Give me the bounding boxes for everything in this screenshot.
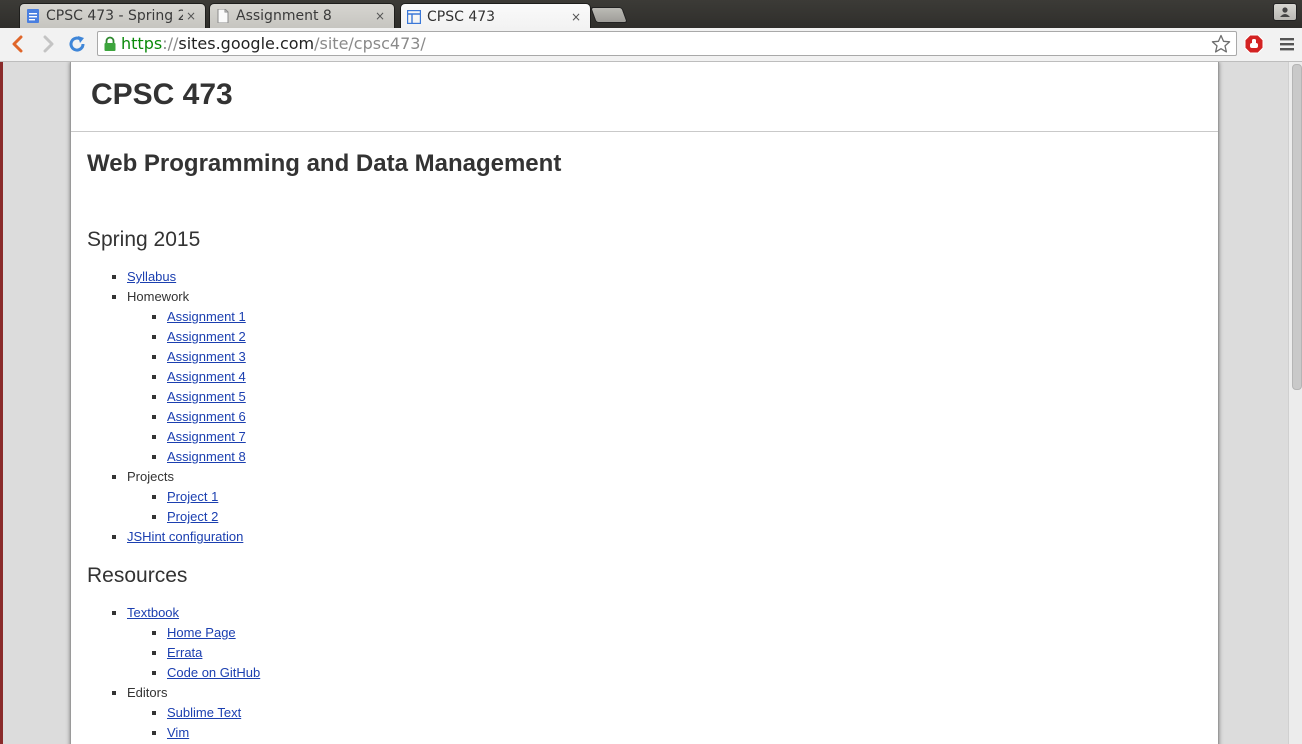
- link-errata[interactable]: Errata: [167, 645, 202, 660]
- tab-title: Assignment 8: [236, 8, 332, 24]
- textbook-list: Home Page Errata Code on GitHub: [127, 623, 1187, 683]
- link-code-on-github[interactable]: Code on GitHub: [167, 665, 260, 680]
- new-tab-button[interactable]: [590, 7, 628, 23]
- list-item: Assignment 7: [167, 427, 1187, 447]
- list-item: Assignment 8: [167, 447, 1187, 467]
- site-header: CPSC 473: [71, 62, 1218, 132]
- list-item: Errata: [167, 643, 1187, 663]
- list-item: Vim: [167, 723, 1187, 743]
- bookmark-star-icon[interactable]: [1211, 34, 1231, 54]
- list-label-projects: Projects: [127, 469, 174, 484]
- list-item: Assignment 4: [167, 367, 1187, 387]
- link-assignment-7[interactable]: Assignment 7: [167, 429, 246, 444]
- tab-close-icon[interactable]: ×: [568, 10, 584, 24]
- list-item: JSHint configuration: [127, 527, 1187, 547]
- chrome-menu-button[interactable]: [1276, 33, 1298, 55]
- list-item: Sublime Text: [167, 703, 1187, 723]
- url-text: https://sites.google.com/site/cpsc473/: [121, 34, 426, 53]
- secure-lock-icon: [104, 36, 116, 51]
- resources-list: Textbook Home Page Errata Code on GitHub…: [87, 603, 1187, 743]
- link-project-2[interactable]: Project 2: [167, 509, 218, 524]
- forward-button[interactable]: [37, 33, 59, 55]
- course-list: Syllabus Homework Assignment 1 Assignmen…: [87, 267, 1187, 547]
- link-assignment-4[interactable]: Assignment 4: [167, 369, 246, 384]
- page-viewport: CPSC 473 Web Programming and Data Manage…: [0, 62, 1302, 744]
- link-assignment-6[interactable]: Assignment 6: [167, 409, 246, 424]
- link-project-1[interactable]: Project 1: [167, 489, 218, 504]
- window-edge: [0, 62, 3, 744]
- google-sites-icon: [407, 9, 421, 24]
- tab-close-icon[interactable]: ×: [183, 9, 199, 23]
- page-title: Web Programming and Data Management: [87, 150, 562, 177]
- list-item: Project 1: [167, 487, 1187, 507]
- reload-button[interactable]: [66, 33, 88, 55]
- hamburger-menu-icon: [1280, 38, 1294, 51]
- link-home-page[interactable]: Home Page: [167, 625, 236, 640]
- profile-button[interactable]: [1273, 3, 1297, 21]
- link-textbook[interactable]: Textbook: [127, 605, 179, 620]
- link-assignment-2[interactable]: Assignment 2: [167, 329, 246, 344]
- tab-cpsc473-spring[interactable]: CPSC 473 - Spring 20 ×: [19, 3, 206, 28]
- scrollbar-thumb[interactable]: [1292, 64, 1302, 390]
- projects-list: Project 1 Project 2: [127, 487, 1187, 527]
- link-sublime-text[interactable]: Sublime Text: [167, 705, 241, 720]
- vertical-scrollbar[interactable]: [1288, 62, 1302, 744]
- page-content: Web Programming and Data Management Spri…: [87, 150, 1187, 743]
- tab-title: CPSC 473 - Spring 20: [46, 8, 183, 24]
- tab-cpsc473-site[interactable]: CPSC 473 ×: [400, 3, 591, 29]
- link-vim[interactable]: Vim: [167, 725, 189, 740]
- list-item: Assignment 6: [167, 407, 1187, 427]
- link-syllabus[interactable]: Syllabus: [127, 269, 176, 284]
- site-page: CPSC 473 Web Programming and Data Manage…: [70, 62, 1219, 744]
- stop-hand-icon: [1244, 34, 1264, 54]
- tab-title: CPSC 473: [427, 8, 496, 25]
- adblock-extension-button[interactable]: [1243, 33, 1265, 55]
- person-icon: [1280, 7, 1290, 17]
- link-assignment-8[interactable]: Assignment 8: [167, 449, 246, 464]
- link-assignment-1[interactable]: Assignment 1: [167, 309, 246, 324]
- list-item: Editors Sublime Text Vim: [127, 683, 1187, 743]
- homework-list: Assignment 1 Assignment 2 Assignment 3 A…: [127, 307, 1187, 467]
- editors-list: Sublime Text Vim: [127, 703, 1187, 743]
- list-item: Assignment 1: [167, 307, 1187, 327]
- section-heading-spring-2015: Spring 2015: [87, 228, 201, 251]
- list-item: Assignment 5: [167, 387, 1187, 407]
- tab-assignment-8[interactable]: Assignment 8 ×: [209, 3, 395, 28]
- list-item: Assignment 2: [167, 327, 1187, 347]
- url-host: sites.google.com: [178, 34, 315, 53]
- tab-close-icon[interactable]: ×: [372, 9, 388, 23]
- list-item: Textbook Home Page Errata Code on GitHub: [127, 603, 1187, 683]
- address-bar[interactable]: https://sites.google.com/site/cpsc473/: [97, 31, 1237, 56]
- list-item: Assignment 3: [167, 347, 1187, 367]
- list-label-editors: Editors: [127, 685, 168, 700]
- site-title[interactable]: CPSC 473: [91, 78, 233, 112]
- list-item: Homework Assignment 1 Assignment 2 Assig…: [127, 287, 1187, 467]
- document-icon: [217, 9, 229, 23]
- list-label-homework: Homework: [127, 289, 190, 304]
- link-assignment-5[interactable]: Assignment 5: [167, 389, 246, 404]
- list-item: Projects Project 1 Project 2: [127, 467, 1187, 527]
- list-item: Project 2: [167, 507, 1187, 527]
- back-button[interactable]: [7, 33, 29, 55]
- url-separator: ://: [162, 34, 179, 53]
- url-path: /site/cpsc473/: [314, 34, 426, 53]
- link-jshint-configuration[interactable]: JSHint configuration: [127, 529, 243, 544]
- list-item: Syllabus: [127, 267, 1187, 287]
- link-assignment-3[interactable]: Assignment 3: [167, 349, 246, 364]
- url-scheme: https: [121, 34, 163, 53]
- google-docs-icon: [27, 9, 39, 23]
- section-heading-resources: Resources: [87, 564, 188, 587]
- list-item: Home Page: [167, 623, 1187, 643]
- reload-icon: [69, 36, 85, 52]
- forward-arrow-icon: [43, 35, 54, 53]
- tab-strip: CPSC 473 - Spring 20 × Assignment 8 × CP…: [0, 0, 1302, 29]
- list-item: Code on GitHub: [167, 663, 1187, 683]
- browser-toolbar: https://sites.google.com/site/cpsc473/: [0, 28, 1302, 62]
- back-arrow-icon: [12, 35, 23, 53]
